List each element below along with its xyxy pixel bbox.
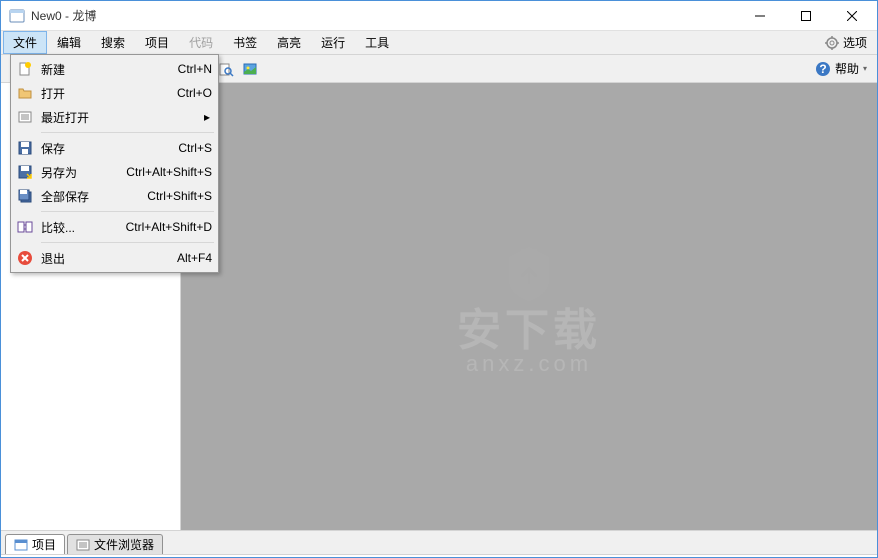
- save-as-icon: [17, 164, 33, 180]
- new-file-icon: [17, 61, 33, 77]
- statusbar: [1, 554, 877, 557]
- image-icon: [242, 61, 258, 77]
- app-icon: [9, 8, 25, 24]
- menu-item-shortcut: Ctrl+Shift+S: [147, 189, 212, 203]
- menu-item-shortcut: Ctrl+S: [178, 141, 212, 155]
- menu-bookmark[interactable]: 书签: [223, 31, 267, 54]
- file-browser-tab-icon: [76, 538, 90, 552]
- menu-item-recent[interactable]: 最近打开 ▸: [13, 105, 216, 129]
- recent-icon: [17, 109, 33, 125]
- menu-separator: [41, 211, 214, 212]
- options-label: 选项: [843, 34, 867, 51]
- menu-item-shortcut: Alt+F4: [177, 251, 212, 265]
- menu-code: 代码: [179, 31, 223, 54]
- menu-item-compare[interactable]: 比较... Ctrl+Alt+Shift+D: [13, 215, 216, 239]
- menu-item-save-all[interactable]: 全部保存 Ctrl+Shift+S: [13, 184, 216, 208]
- compare-icon: [17, 219, 33, 235]
- menu-edit[interactable]: 编辑: [47, 31, 91, 54]
- options-button[interactable]: 选项: [817, 34, 875, 51]
- menubar: 文件 编辑 搜索 项目 代码 书签 高亮 运行 工具 选项: [1, 31, 877, 55]
- menu-item-save[interactable]: 保存 Ctrl+S: [13, 136, 216, 160]
- dropdown-arrow-icon: ▾: [863, 64, 867, 73]
- menu-item-label: 全部保存: [41, 188, 147, 205]
- gear-icon: [825, 36, 839, 50]
- save-all-icon: [17, 188, 33, 204]
- menu-run[interactable]: 运行: [311, 31, 355, 54]
- help-button[interactable]: ? 帮助 ▾: [815, 60, 867, 77]
- save-icon: [17, 140, 33, 156]
- menu-item-shortcut: Ctrl+Alt+Shift+D: [126, 220, 212, 234]
- main-area: 安下载 anxz.com: [181, 83, 877, 530]
- tab-label: 项目: [32, 536, 56, 553]
- titlebar: New0 - 龙博: [1, 1, 877, 31]
- menu-item-label: 另存为: [41, 164, 126, 181]
- watermark-text-big: 安下载: [457, 309, 601, 353]
- menu-item-new[interactable]: 新建 Ctrl+N: [13, 57, 216, 81]
- menu-item-label: 退出: [41, 250, 177, 267]
- close-button[interactable]: [829, 1, 875, 31]
- tab-label: 文件浏览器: [94, 536, 154, 553]
- bottom-tabs: 项目 文件浏览器: [1, 530, 877, 554]
- menu-tools[interactable]: 工具: [355, 31, 399, 54]
- menu-item-shortcut: Ctrl+Alt+Shift+S: [126, 165, 212, 179]
- menu-item-shortcut: Ctrl+O: [177, 86, 212, 100]
- menu-item-shortcut: Ctrl+N: [178, 62, 212, 76]
- file-menu-dropdown: 新建 Ctrl+N 打开 Ctrl+O 最近打开 ▸ 保存 Ctrl+S 另存为…: [10, 54, 219, 273]
- tab-file-browser[interactable]: 文件浏览器: [67, 534, 163, 554]
- menu-file[interactable]: 文件: [3, 31, 47, 54]
- menu-item-exit[interactable]: 退出 Alt+F4: [13, 246, 216, 270]
- menu-separator: [41, 132, 214, 133]
- menu-project[interactable]: 项目: [135, 31, 179, 54]
- open-folder-icon: [17, 85, 33, 101]
- watermark: 安下载 anxz.com: [457, 239, 601, 375]
- help-icon: ?: [815, 61, 831, 77]
- submenu-arrow-icon: ▸: [202, 110, 212, 124]
- watermark-text-small: anxz.com: [457, 353, 601, 375]
- menu-item-label: 最近打开: [41, 109, 202, 126]
- exit-icon: [17, 250, 33, 266]
- menu-item-open[interactable]: 打开 Ctrl+O: [13, 81, 216, 105]
- svg-text:?: ?: [819, 62, 826, 76]
- minimize-button[interactable]: [737, 1, 783, 31]
- toolbar-image-button[interactable]: [239, 58, 261, 80]
- menu-separator: [41, 242, 214, 243]
- menu-item-label: 保存: [41, 140, 178, 157]
- menu-item-label: 比较...: [41, 219, 126, 236]
- menu-item-label: 新建: [41, 61, 178, 78]
- project-tab-icon: [14, 538, 28, 552]
- find-icon: [218, 61, 234, 77]
- menu-item-save-as[interactable]: 另存为 Ctrl+Alt+Shift+S: [13, 160, 216, 184]
- menu-highlight[interactable]: 高亮: [267, 31, 311, 54]
- help-label: 帮助: [835, 60, 859, 77]
- maximize-button[interactable]: [783, 1, 829, 31]
- window-title: New0 - 龙博: [31, 7, 737, 24]
- window-controls: [737, 1, 875, 31]
- menu-search[interactable]: 搜索: [91, 31, 135, 54]
- tab-project[interactable]: 项目: [5, 534, 65, 554]
- menu-item-label: 打开: [41, 85, 177, 102]
